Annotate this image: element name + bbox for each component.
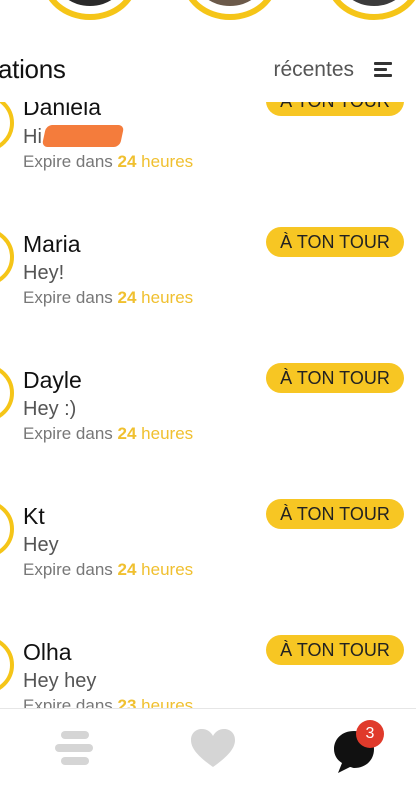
avatar[interactable] xyxy=(0,102,14,152)
your-turn-badge[interactable]: À TON TOUR xyxy=(266,499,404,529)
avatar[interactable] xyxy=(0,636,14,694)
contact-name: Olha xyxy=(23,639,72,665)
last-message: Hey :) xyxy=(23,398,77,420)
last-message: Hey xyxy=(23,534,59,556)
expiry-text: Expire dans 23 heures xyxy=(23,696,193,708)
expiry-unit: heures xyxy=(141,152,194,171)
expiry-text: Expire dans 24 heures xyxy=(23,152,193,172)
contact-name: Dayle xyxy=(23,367,82,393)
expiry-text: Expire dans 24 heures xyxy=(23,560,193,580)
story-avatar-2[interactable] xyxy=(182,0,278,20)
list-item[interactable]: Maria Hey! Expire dans 24 heures À TON T… xyxy=(0,226,416,346)
expiry-text: Expire dans 24 heures xyxy=(23,288,193,308)
expiry-unit: heures xyxy=(141,424,194,443)
contact-name: Daniela xyxy=(23,102,101,120)
last-message: Hey hey xyxy=(23,670,97,692)
story-avatar-1[interactable] xyxy=(42,0,138,20)
redaction-mark xyxy=(41,125,125,147)
sort-lines-icon[interactable] xyxy=(374,60,394,78)
last-message: Hey! xyxy=(23,262,65,284)
heart-icon[interactable] xyxy=(189,727,237,769)
expiry-unit: heures xyxy=(141,560,194,579)
avatar[interactable] xyxy=(0,364,14,422)
expiry-hours: 23 xyxy=(117,696,137,708)
list-item[interactable]: Kt Hey Expire dans 24 heures À TON TOUR xyxy=(0,498,416,618)
list-item[interactable]: Dayle Hey :) Expire dans 24 heures À TON… xyxy=(0,362,416,482)
expiry-unit: heures xyxy=(141,696,194,708)
conversation-list[interactable]: Daniela Hi Expire dans 24 heures À TON T… xyxy=(0,102,416,708)
expiry-hours: 24 xyxy=(117,152,137,171)
bottom-nav: 3 xyxy=(0,708,416,787)
expiry-hours: 24 xyxy=(117,560,137,579)
expiry-prefix: Expire dans xyxy=(23,152,113,171)
sort-selector[interactable]: récentes xyxy=(273,58,354,82)
page-title: ations xyxy=(0,54,66,84)
story-avatar-3[interactable] xyxy=(326,0,416,20)
contact-name: Kt xyxy=(23,503,45,529)
avatar[interactable] xyxy=(0,228,14,286)
your-turn-badge[interactable]: À TON TOUR xyxy=(266,635,404,665)
list-item[interactable]: Olha Hey hey Expire dans 23 heures À TON… xyxy=(0,634,416,708)
avatar[interactable] xyxy=(0,500,14,558)
expiry-text: Expire dans 24 heures xyxy=(23,424,193,444)
expiry-prefix: Expire dans xyxy=(23,288,113,307)
expiry-prefix: Expire dans xyxy=(23,560,113,579)
your-turn-badge[interactable]: À TON TOUR xyxy=(266,102,404,116)
expiry-unit: heures xyxy=(141,288,194,307)
expiry-prefix: Expire dans xyxy=(23,696,113,708)
expiry-hours: 24 xyxy=(117,424,137,443)
list-item[interactable]: Daniela Hi Expire dans 24 heures À TON T… xyxy=(0,102,416,194)
last-message: Hi xyxy=(23,126,42,148)
notification-badge: 3 xyxy=(356,720,384,748)
your-turn-badge[interactable]: À TON TOUR xyxy=(266,227,404,257)
expiry-hours: 24 xyxy=(117,288,137,307)
your-turn-badge[interactable]: À TON TOUR xyxy=(266,363,404,393)
expiry-prefix: Expire dans xyxy=(23,424,113,443)
menu-lines-icon[interactable] xyxy=(55,729,93,767)
contact-name: Maria xyxy=(23,231,81,257)
